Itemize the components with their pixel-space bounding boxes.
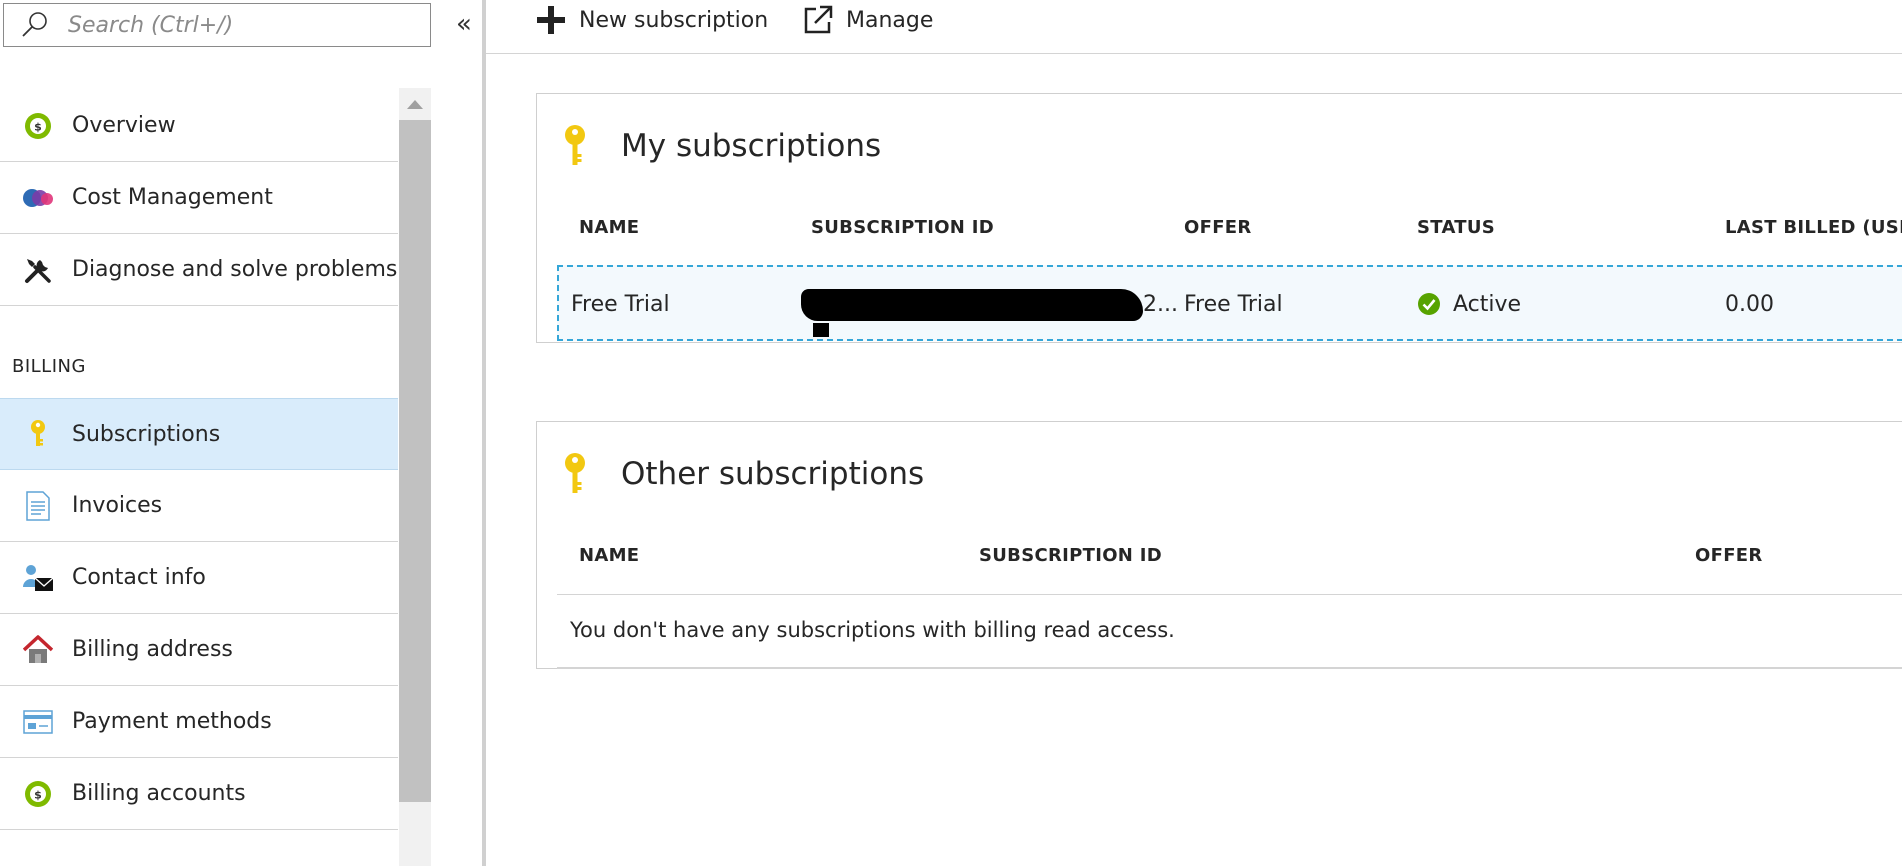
cell-status: Active — [1417, 292, 1521, 317]
sidebar-item-diagnose[interactable]: Diagnose and solve problems — [0, 234, 398, 306]
sidebar-item-subscriptions[interactable]: Subscriptions — [0, 398, 398, 470]
cell-name: Free Trial — [571, 292, 670, 317]
section-heading-billing: BILLING — [12, 356, 86, 377]
cost-management-icon — [20, 180, 56, 216]
status-text: Active — [1453, 292, 1522, 317]
sidebar-item-label: Contact info — [72, 565, 206, 590]
sidebar-item-label: Invoices — [72, 493, 163, 518]
sidebar-nav: $ Overview Cost Management Diagnose and … — [0, 90, 398, 830]
column-header-last-billed[interactable]: LAST BILLED (USD — [1725, 217, 1902, 238]
check-circle-icon — [1417, 292, 1441, 316]
sidebar-item-billing-address[interactable]: Billing address — [0, 614, 398, 686]
sidebar-item-label: Subscriptions — [72, 421, 221, 447]
collapse-sidebar-button[interactable]: « — [450, 10, 478, 40]
search-box[interactable] — [3, 3, 431, 47]
sidebar-item-billing-accounts[interactable]: $ Billing accounts — [0, 758, 398, 830]
search-input[interactable] — [68, 12, 408, 38]
svg-text:$: $ — [34, 120, 42, 133]
table-row[interactable]: Free Trial 2... Free Trial Active 0.00 — [557, 265, 1902, 341]
sidebar-scrollbar[interactable] — [399, 88, 431, 866]
sidebar-item-label: Billing address — [72, 637, 233, 662]
column-header-status[interactable]: STATUS — [1417, 217, 1495, 238]
sidebar: « $ Overview Cost Management — [0, 0, 484, 866]
document-icon — [20, 488, 56, 524]
redaction-mark — [813, 323, 829, 337]
scroll-up-button[interactable] — [399, 88, 431, 120]
table-bottom-border — [557, 667, 1902, 669]
scroll-thumb[interactable] — [399, 120, 431, 802]
column-header-subscription-id[interactable]: SUBSCRIPTION ID — [979, 545, 1162, 566]
command-bar: New subscription Manage — [486, 0, 1902, 54]
billing-section: BILLING — [0, 306, 398, 398]
sidebar-item-payment-methods[interactable]: Payment methods — [0, 686, 398, 758]
table-divider — [557, 594, 1902, 595]
card-icon — [20, 704, 56, 740]
column-header-name[interactable]: NAME — [579, 217, 639, 238]
column-header-subscription-id[interactable]: SUBSCRIPTION ID — [811, 217, 994, 238]
card-title: My subscriptions — [621, 128, 882, 164]
sidebar-item-contact-info[interactable]: Contact info — [0, 542, 398, 614]
sidebar-item-cost-management[interactable]: Cost Management — [0, 162, 398, 234]
card-header: My subscriptions — [563, 124, 881, 168]
triangle-up-icon — [407, 99, 423, 109]
sidebar-item-invoices[interactable]: Invoices — [0, 470, 398, 542]
key-icon — [563, 124, 595, 168]
billing-coin-icon: $ — [20, 776, 56, 812]
other-subscriptions-card: Other subscriptions NAME SUBSCRIPTION ID… — [536, 421, 1902, 669]
manage-label: Manage — [846, 7, 934, 33]
new-subscription-label: New subscription — [579, 7, 769, 33]
contact-icon — [20, 560, 56, 596]
sidebar-item-overview[interactable]: $ Overview — [0, 90, 398, 162]
sidebar-item-label: Billing accounts — [72, 781, 246, 806]
double-chevron-left-icon: « — [456, 9, 472, 39]
card-title: Other subscriptions — [621, 456, 925, 492]
svg-text:$: $ — [34, 788, 42, 801]
column-header-offer[interactable]: OFFER — [1184, 217, 1252, 238]
column-header-offer[interactable]: OFFER — [1695, 545, 1763, 566]
cell-offer: Free Trial — [1184, 292, 1283, 317]
key-icon — [563, 452, 595, 496]
sidebar-item-label: Overview — [72, 113, 176, 138]
main-content: New subscription Manage My subscriptions… — [486, 0, 1902, 866]
overview-coin-icon: $ — [20, 108, 56, 144]
empty-state-message: You don't have any subscriptions with bi… — [570, 618, 1175, 642]
column-header-name[interactable]: NAME — [579, 545, 639, 566]
redaction-mark — [801, 289, 1143, 321]
new-subscription-button[interactable]: New subscription — [535, 2, 768, 38]
key-icon — [20, 416, 56, 452]
external-link-icon — [802, 4, 834, 36]
tools-icon — [20, 252, 56, 288]
sidebar-item-label: Cost Management — [72, 185, 273, 210]
cell-subscription-id: 2... — [1143, 292, 1178, 317]
cell-last-billed: 0.00 — [1725, 292, 1774, 317]
sidebar-item-label: Diagnose and solve problems — [72, 257, 398, 282]
plus-icon — [535, 4, 567, 36]
sidebar-item-label: Payment methods — [72, 709, 272, 734]
card-header: Other subscriptions — [563, 452, 924, 496]
my-subscriptions-card: My subscriptions NAME SUBSCRIPTION ID OF… — [536, 93, 1902, 343]
house-icon — [20, 632, 56, 668]
search-icon — [20, 10, 50, 40]
manage-button[interactable]: Manage — [802, 2, 933, 38]
